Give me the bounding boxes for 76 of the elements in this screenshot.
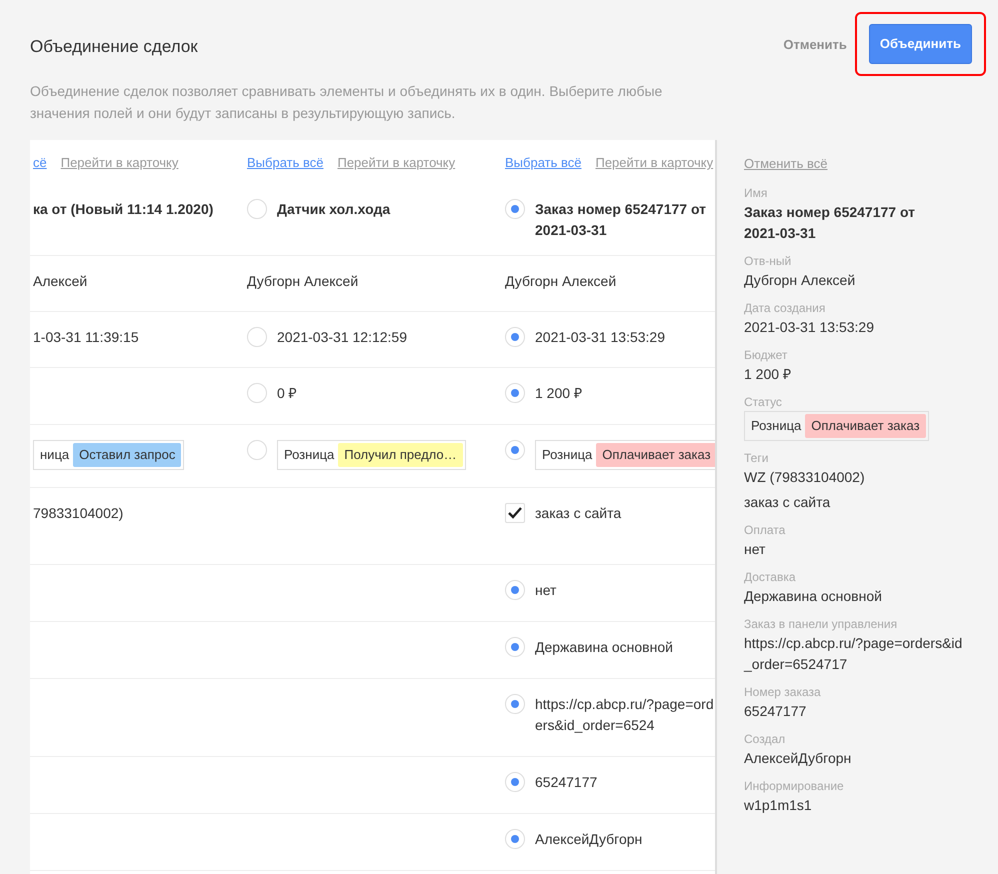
pipeline-label: Розница [283,446,336,464]
radio-button[interactable] [505,637,525,657]
field-label: Теги [744,450,770,466]
field-label: Оплата [744,522,786,538]
stage-tag: Оплачивает заказ [596,443,715,466]
cancel-button[interactable]: Отменить [783,35,847,54]
open-card-link[interactable]: Перейти в карточку [60,153,178,184]
stage-tag: Получил предло… [338,443,463,466]
radio-button[interactable] [505,440,525,460]
field-value: 65247177 [744,702,808,720]
field-label: Имя [744,185,768,202]
field-label: Бюджет [744,347,788,364]
field-value: Дубгорн Алексей [505,272,616,291]
field-label: Создал [744,730,786,748]
check-icon [508,507,522,519]
radio-button[interactable] [505,383,525,403]
radio-button[interactable] [505,199,525,219]
stage-tag: Оставил запрос [73,443,182,466]
radio-button[interactable] [247,440,267,460]
page-title: Объединение сделок [30,36,199,58]
radio-button[interactable] [505,327,525,347]
field-label: Заказ в панели управления [744,616,898,632]
pipeline-label: Розница [750,417,802,435]
checkbox[interactable] [505,503,525,523]
radio-button[interactable] [247,199,267,219]
field-value: Заказ номер 65247177 от 2021-03-31 [744,203,916,243]
cancel-all-link[interactable]: Отменить всё [744,154,828,174]
field-label: Дата создания [744,300,826,317]
merge-button[interactable]: Объединить [868,24,972,64]
field-value: 2021-03-31 13:53:29 [744,318,875,337]
field-value: Дубгорн Алексей [744,271,856,290]
deal-name: ка от (Новый 11:14 1.2020) [33,200,214,219]
field-value: WZ (79833104002) [744,468,866,487]
stage-tag: Оплачивает заказ [805,414,926,438]
open-card-link[interactable]: Перейти в карточку [337,153,456,184]
field-value: https://cp.abcp.ru/?page=orders&id_order=6524 [535,695,715,735]
field-value: заказ с сайта [744,492,832,512]
pipeline-label: Розница [541,446,594,464]
field-label: Информирование [744,778,845,794]
field-value: 1 200 ₽ [535,384,582,403]
deal-name: Датчик хол.хода [277,200,390,219]
field-label: Статус [744,394,783,411]
field-value: заказ с сайта [535,504,622,523]
field-value: Алексей [33,272,88,291]
field-value: w1p1m1s1 [744,796,813,815]
select-all-link[interactable]: сё [33,153,47,184]
field-value: нет [535,581,556,600]
field-value: https://cp.abcp.ru/?page=orders&id_order=6524717 [744,634,964,674]
field-value: 65247177 [535,773,598,792]
field-value: 2021-03-31 13:53:29 [535,328,665,347]
radio-button[interactable] [505,694,525,714]
field-value: Державина основной [535,638,673,657]
radio-button[interactable] [505,580,525,600]
radio-button[interactable] [247,327,267,347]
deal-name: Заказ номер 65247177 от 2021-03-31 [535,200,708,240]
field-value: АлексейДубгорн [535,830,642,849]
open-card-link[interactable]: Перейти в карточку [595,153,714,184]
field-label: Доставка [744,568,797,586]
field-label: Отв-ный [744,253,792,270]
radio-button[interactable] [505,829,525,849]
field-value: 0 ₽ [277,384,297,403]
field-value: 2021-03-31 12:12:59 [277,328,407,347]
select-all-link[interactable]: Выбрать всё [505,153,582,184]
description-text: Объединение сделок позволяет сравнивать элементы и объединять их в один. Выберите любые значения полей и они будут записаны в результирующую запись. [30,82,664,123]
field-value: 79833104002) [33,504,124,523]
select-all-link[interactable]: Выбрать всё [247,153,324,184]
radio-button[interactable] [505,772,525,792]
pipeline-label: ница [39,446,70,464]
field-label: Номер заказа [744,684,822,700]
field-value: 1 200 ₽ [744,365,792,384]
field-value: АлексейДубгорн [744,748,852,768]
field-value: нет [744,540,766,558]
field-value: 1-03-31 11:39:15 [33,328,139,347]
radio-button[interactable] [247,383,267,403]
field-value: Державина основной [744,586,883,606]
field-value: Дубгорн Алексей [247,272,358,291]
